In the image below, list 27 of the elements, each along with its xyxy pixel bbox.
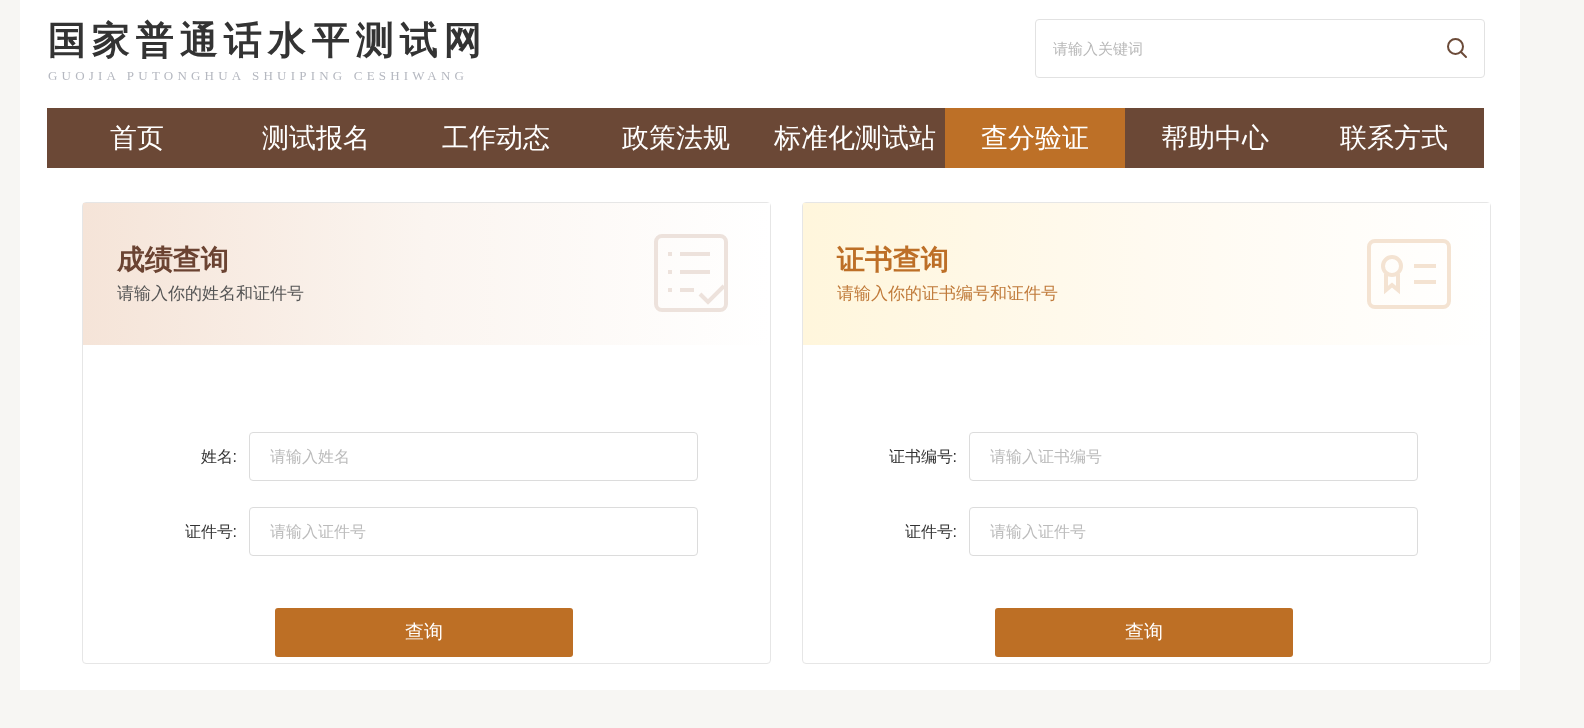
search-field[interactable]: 请输入关键词 [1035,19,1485,78]
field-label: 证件号: [183,521,238,542]
nav-tab[interactable]: 查分验证 [945,108,1125,168]
certificate-icon [1366,238,1452,310]
field-label: 证件号: [903,521,958,542]
card-title: 成绩查询 [117,243,230,278]
nav-tab[interactable]: 标准化测试站 [765,108,946,168]
query-button[interactable]: 查询 [275,608,573,657]
query-button[interactable]: 查询 [995,608,1293,657]
card-title: 证书查询 [837,243,950,278]
field-label: 证书编号: [887,446,958,467]
search-icon[interactable] [1446,37,1468,59]
nav-tab[interactable]: 测试报名 [226,108,407,168]
input-field[interactable]: 请输入证件号 [969,507,1418,556]
field-label: 姓名: [199,446,238,467]
site-title: 国家普通话水平测试网 [48,16,488,64]
card-subtitle: 请输入你的姓名和证件号 [117,283,305,306]
input-field[interactable]: 请输入证件号 [249,507,698,556]
nav-tab[interactable]: 政策法规 [585,108,766,168]
nav-tab[interactable]: 联系方式 [1304,108,1484,168]
site-subtitle: GUOJIA PUTONGHUA SHUIPING CESHIWANG [48,67,470,85]
input-field[interactable]: 请输入姓名 [249,432,698,481]
input-field[interactable]: 请输入证书编号 [969,432,1418,481]
nav-tab[interactable]: 首页 [47,108,227,168]
card-subtitle: 请输入你的证书编号和证件号 [837,283,1059,306]
nav-tab[interactable]: 帮助中心 [1124,108,1305,168]
nav-tab[interactable]: 工作动态 [406,108,586,168]
